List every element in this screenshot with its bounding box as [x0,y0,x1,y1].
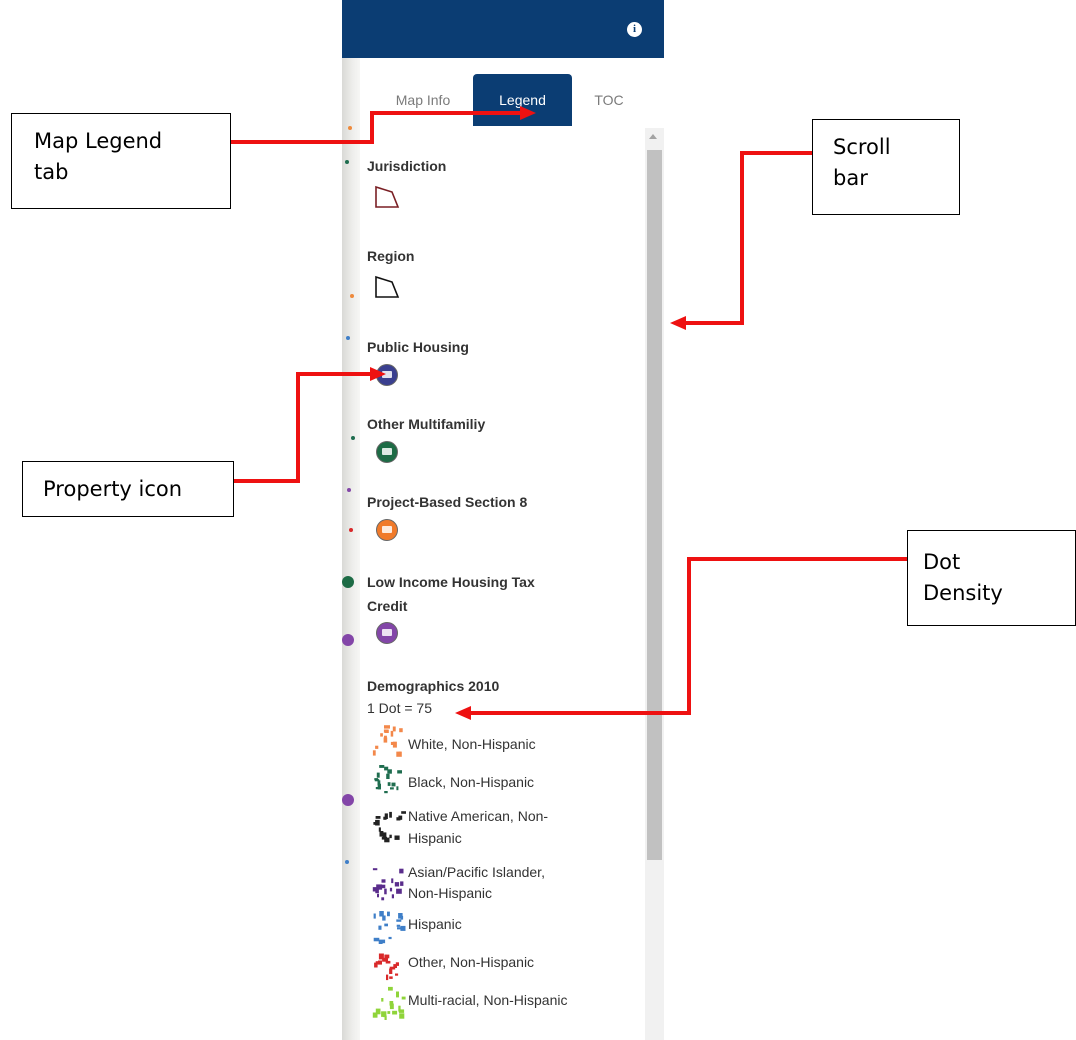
annotation-arrows [231,106,907,720]
arrow-legend-tab [231,111,522,144]
arrowhead-legend-tab [520,106,536,120]
arrow-scroll-bar [686,151,812,325]
arrowhead-scroll-bar [670,316,686,330]
arrow-property-icon [234,372,372,483]
arrow-dot-density [470,557,907,715]
arrowhead-dot-density [455,706,471,720]
arrowhead-property-icon [370,367,386,381]
